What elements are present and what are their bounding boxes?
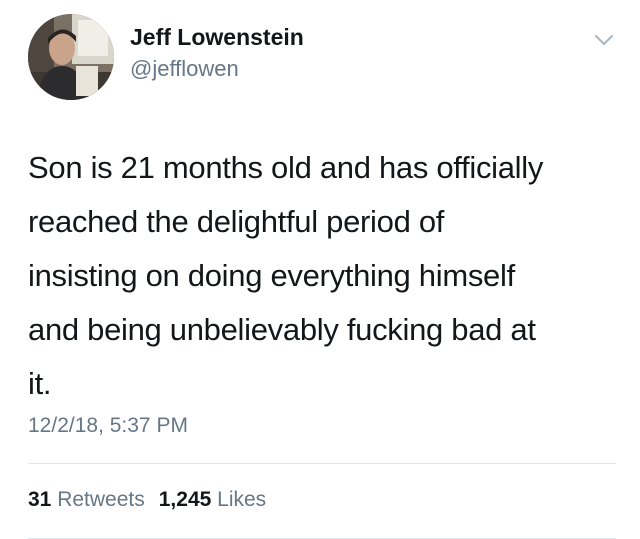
- tweet-card: Jeff Lowenstein @jefflowen Son is 21 mon…: [0, 0, 640, 539]
- likes-stat[interactable]: 1,245 Likes: [159, 488, 266, 511]
- author-name[interactable]: Jeff Lowenstein: [130, 24, 304, 51]
- tweet-timestamp[interactable]: 12/2/18, 5:37 PM: [28, 414, 188, 438]
- chevron-down-icon[interactable]: [592, 30, 616, 50]
- retweets-stat[interactable]: 31 Retweets: [28, 488, 145, 511]
- tweet-text-line: insisting on doing everything himself: [28, 258, 515, 293]
- avatar[interactable]: [28, 14, 114, 100]
- avatar-photo: [28, 14, 114, 100]
- tweet-text-line: and being unbelievably fucking bad at: [28, 312, 536, 347]
- tweet-text-line: Son is 21 months old and has officially: [28, 150, 544, 185]
- tweet-stats: 31 Retweets 1,245 Likes: [28, 488, 266, 512]
- tweet-text-line: reached the delightful period of: [28, 204, 445, 239]
- tweet-text-line: it.: [28, 366, 52, 401]
- likes-label: Likes: [217, 488, 267, 511]
- retweets-count: 31: [28, 488, 52, 511]
- divider: [28, 463, 616, 464]
- tweet-text: Son is 21 months old and has officially …: [28, 141, 613, 411]
- author-handle[interactable]: @jefflowen: [130, 56, 239, 82]
- likes-count: 1,245: [158, 488, 212, 511]
- retweets-label: Retweets: [57, 488, 145, 511]
